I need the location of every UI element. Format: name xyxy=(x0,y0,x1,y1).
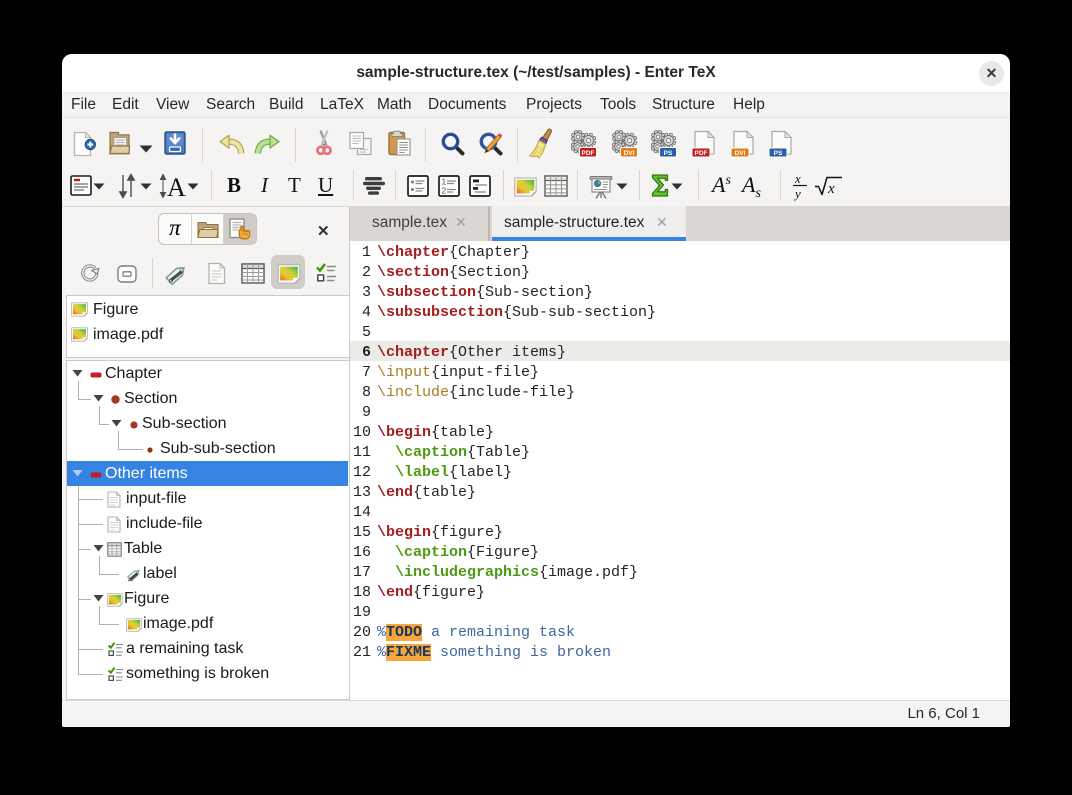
svg-text:DVI: DVI xyxy=(624,150,635,157)
svg-text:x: x xyxy=(827,181,835,197)
svg-text:A: A xyxy=(167,173,186,200)
svg-text:x: x xyxy=(794,171,801,186)
svg-text:y: y xyxy=(793,186,801,201)
svg-text:PDF: PDF xyxy=(582,150,595,157)
svg-text:PDF: PDF xyxy=(695,150,708,157)
svg-text:PS: PS xyxy=(664,150,673,157)
svg-text:2: 2 xyxy=(442,186,447,196)
svg-text:PS: PS xyxy=(774,150,783,157)
svg-text:DVI: DVI xyxy=(735,150,746,157)
